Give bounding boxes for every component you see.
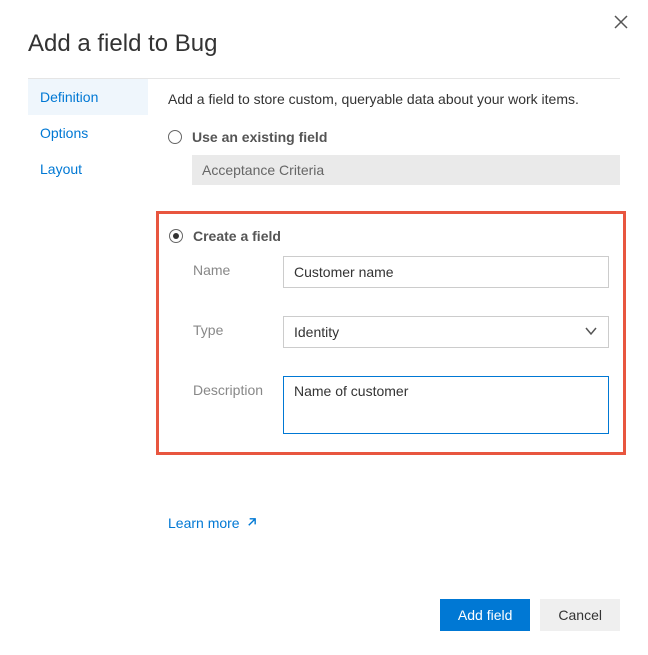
add-field-dialog: Add a field to Bug Definition Options La… (0, 0, 648, 655)
field-name-input[interactable] (283, 256, 609, 288)
field-type-label: Type (193, 316, 283, 338)
intro-text: Add a field to store custom, queryable d… (168, 91, 620, 107)
dialog-title: Add a field to Bug (0, 0, 648, 78)
sidebar-item-options[interactable]: Options (28, 115, 148, 151)
existing-field-value[interactable]: Acceptance Criteria (192, 155, 620, 185)
dialog-footer: Add field Cancel (440, 599, 620, 631)
learn-more-label: Learn more (168, 515, 240, 531)
close-icon (614, 15, 628, 32)
main-panel: Add a field to store custom, queryable d… (148, 79, 620, 531)
existing-field-wrap: Acceptance Criteria (192, 155, 620, 185)
radio-create[interactable] (169, 229, 183, 243)
sidebar-item-label: Options (40, 125, 88, 141)
chevron-down-icon (584, 324, 598, 341)
sidebar-item-label: Definition (40, 89, 98, 105)
field-description-label: Description (193, 376, 283, 398)
field-name-label: Name (193, 256, 283, 278)
sidebar-item-definition[interactable]: Definition (28, 79, 148, 115)
option-existing-row: Use an existing field (168, 129, 620, 145)
cancel-button[interactable]: Cancel (540, 599, 620, 631)
external-link-icon (246, 515, 257, 531)
close-button[interactable] (612, 14, 630, 32)
field-description-input[interactable] (283, 376, 609, 434)
sidebar: Definition Options Layout (28, 79, 148, 531)
radio-existing-label: Use an existing field (192, 129, 327, 145)
learn-more-link[interactable]: Learn more (168, 515, 257, 531)
radio-existing[interactable] (168, 130, 182, 144)
sidebar-item-label: Layout (40, 161, 82, 177)
field-description-row: Description (193, 376, 609, 434)
field-type-value: Identity (294, 324, 339, 340)
field-type-select[interactable]: Identity (283, 316, 609, 348)
option-create-row: Create a field (169, 228, 609, 244)
radio-create-label: Create a field (193, 228, 281, 244)
add-field-button[interactable]: Add field (440, 599, 530, 631)
sidebar-item-layout[interactable]: Layout (28, 151, 148, 187)
field-type-row: Type Identity (193, 316, 609, 348)
create-field-highlight: Create a field Name Type Identity (156, 211, 626, 455)
field-name-row: Name (193, 256, 609, 288)
